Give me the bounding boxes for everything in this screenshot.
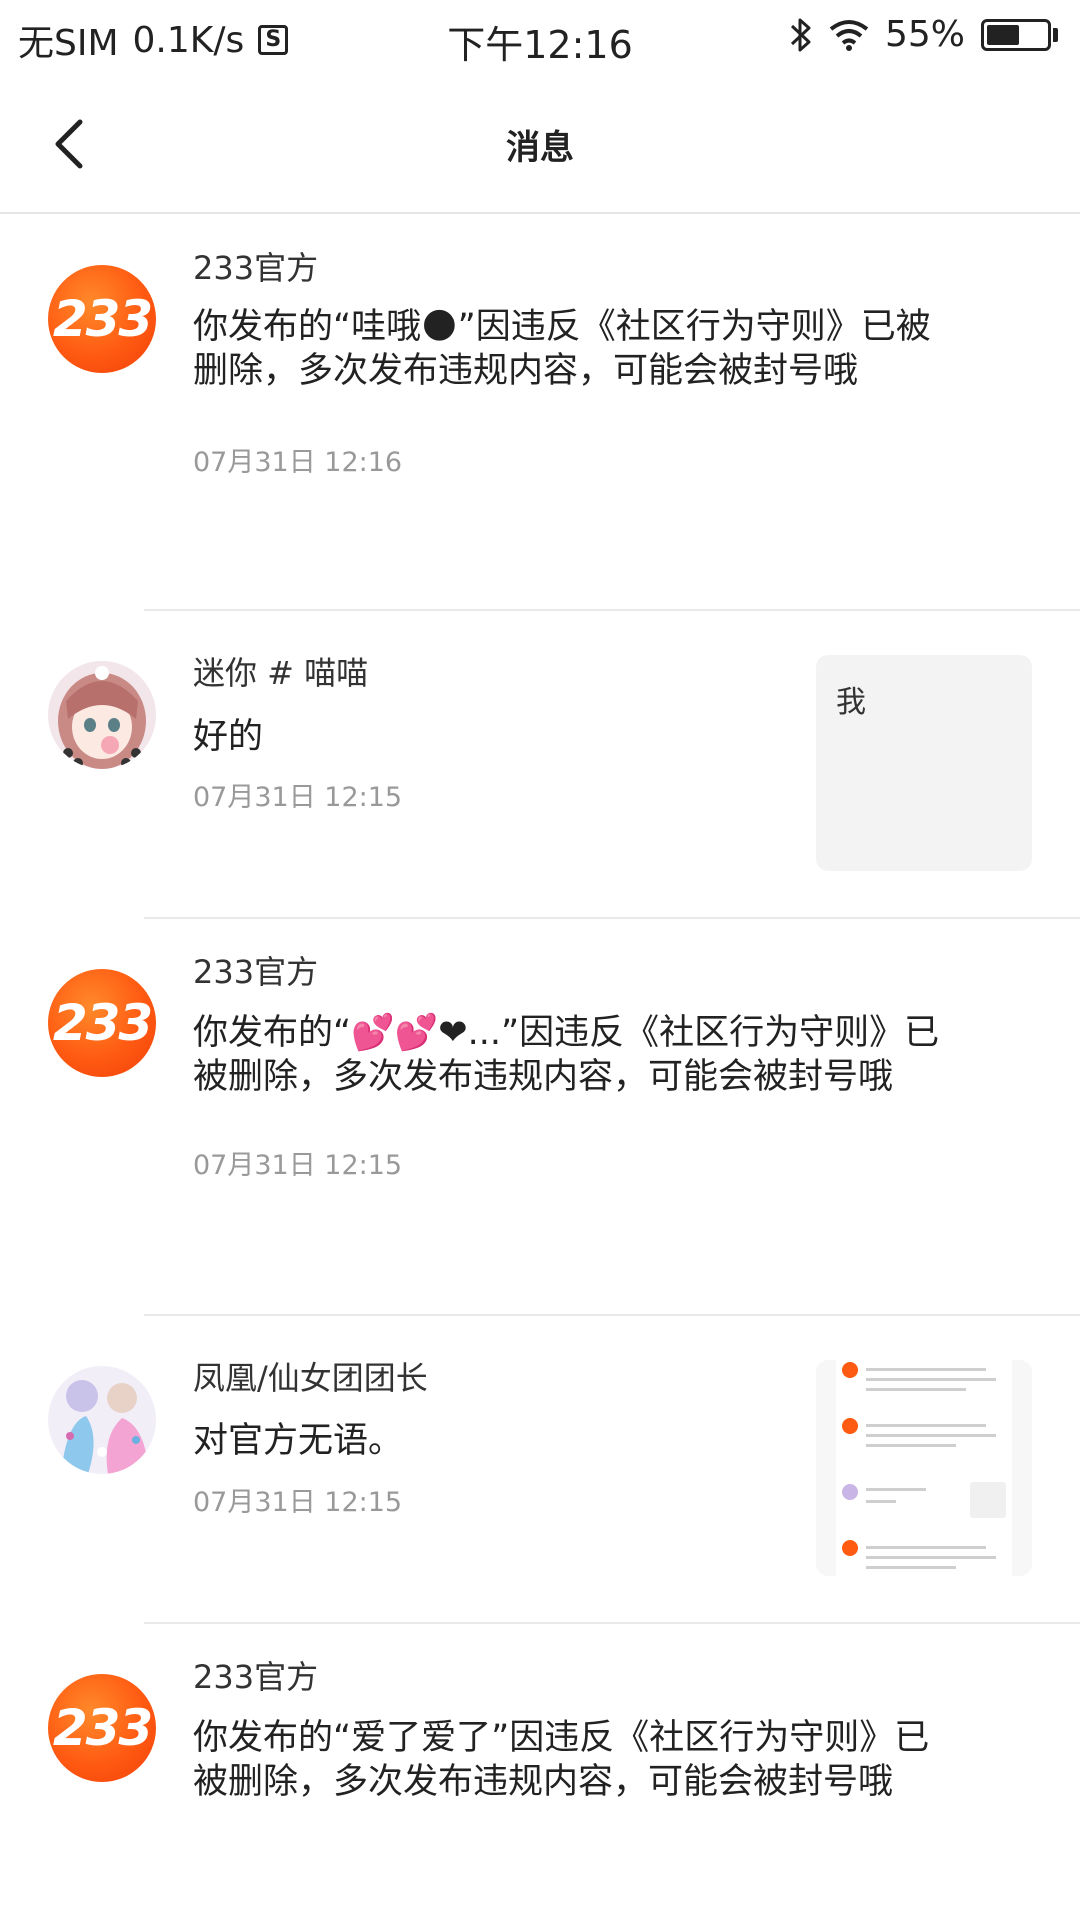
message-time: 07月31日 12:16	[193, 447, 403, 478]
list-item[interactable]: 迷你 # 喵喵 好的 07月31日 12:15 我	[0, 611, 1080, 919]
status-bar: 无SIM 0.1K/s S 下午12:16 55%	[0, 0, 1080, 76]
avatar[interactable]: 233	[48, 265, 156, 373]
sender-name: 凤凰/仙女团团长	[193, 1359, 428, 1397]
status-right: 55%	[789, 14, 1058, 55]
avatar[interactable]: 233	[48, 969, 156, 1077]
message-list: 233 233官方 你发布的“哇哦🌑”因违反《社区行为守则》已被删除，多次发布违…	[0, 215, 1080, 1920]
anime-avatar-image	[48, 661, 156, 769]
message-text: 好的	[193, 717, 264, 757]
message-time: 07月31日 12:15	[193, 1487, 403, 1518]
message-text: 你发布的“哇哦🌑”因违反《社区行为守则》已被删除，多次发布违规内容，可能会被封号…	[193, 307, 931, 391]
battery-percent: 55%	[884, 14, 965, 55]
anime-avatar-image	[48, 1366, 156, 1474]
avatar[interactable]	[48, 1366, 156, 1474]
message-time: 07月31日 12:15	[193, 782, 403, 813]
sender-name: 233官方	[193, 249, 319, 287]
battery-icon	[981, 18, 1058, 51]
list-item[interactable]: 233 233官方 你发布的“💕💕❤...”因违反《社区行为守则》已被删除，多次…	[0, 919, 1080, 1316]
message-text: 你发布的“💕💕❤...”因违反《社区行为守则》已被删除，多次发布违规内容，可能会…	[193, 1013, 940, 1097]
thumbnail-text: 我	[836, 685, 866, 720]
wifi-icon	[829, 19, 869, 51]
list-item[interactable]: 233 233官方 你发布的“哇哦🌑”因违反《社区行为守则》已被删除，多次发布违…	[0, 215, 1080, 611]
bluetooth-icon	[790, 18, 811, 51]
list-item[interactable]: 233 233官方 你发布的“爱了爱了”因违反《社区行为守则》已被删除，多次发布…	[0, 1624, 1080, 1920]
screenshot-thumbnail[interactable]	[816, 1360, 1032, 1576]
message-text: 对官方无语。	[193, 1421, 404, 1461]
sender-name: 233官方	[193, 1658, 319, 1696]
sender-name: 233官方	[193, 953, 319, 991]
avatar[interactable]: 233	[48, 1674, 156, 1782]
sender-name: 迷你 # 喵喵	[193, 654, 369, 692]
nav-header: 消息	[0, 76, 1080, 214]
message-text: 你发布的“爱了爱了”因违反《社区行为守则》已被删除，多次发布违规内容，可能会被封…	[193, 1718, 930, 1802]
page-title: 消息	[506, 128, 574, 168]
message-time: 07月31日 12:15	[193, 1150, 403, 1181]
avatar[interactable]	[48, 661, 156, 769]
post-thumbnail[interactable]: 我	[816, 655, 1032, 871]
list-item[interactable]: 凤凰/仙女团团长 对官方无语。 07月31日 12:15	[0, 1316, 1080, 1624]
